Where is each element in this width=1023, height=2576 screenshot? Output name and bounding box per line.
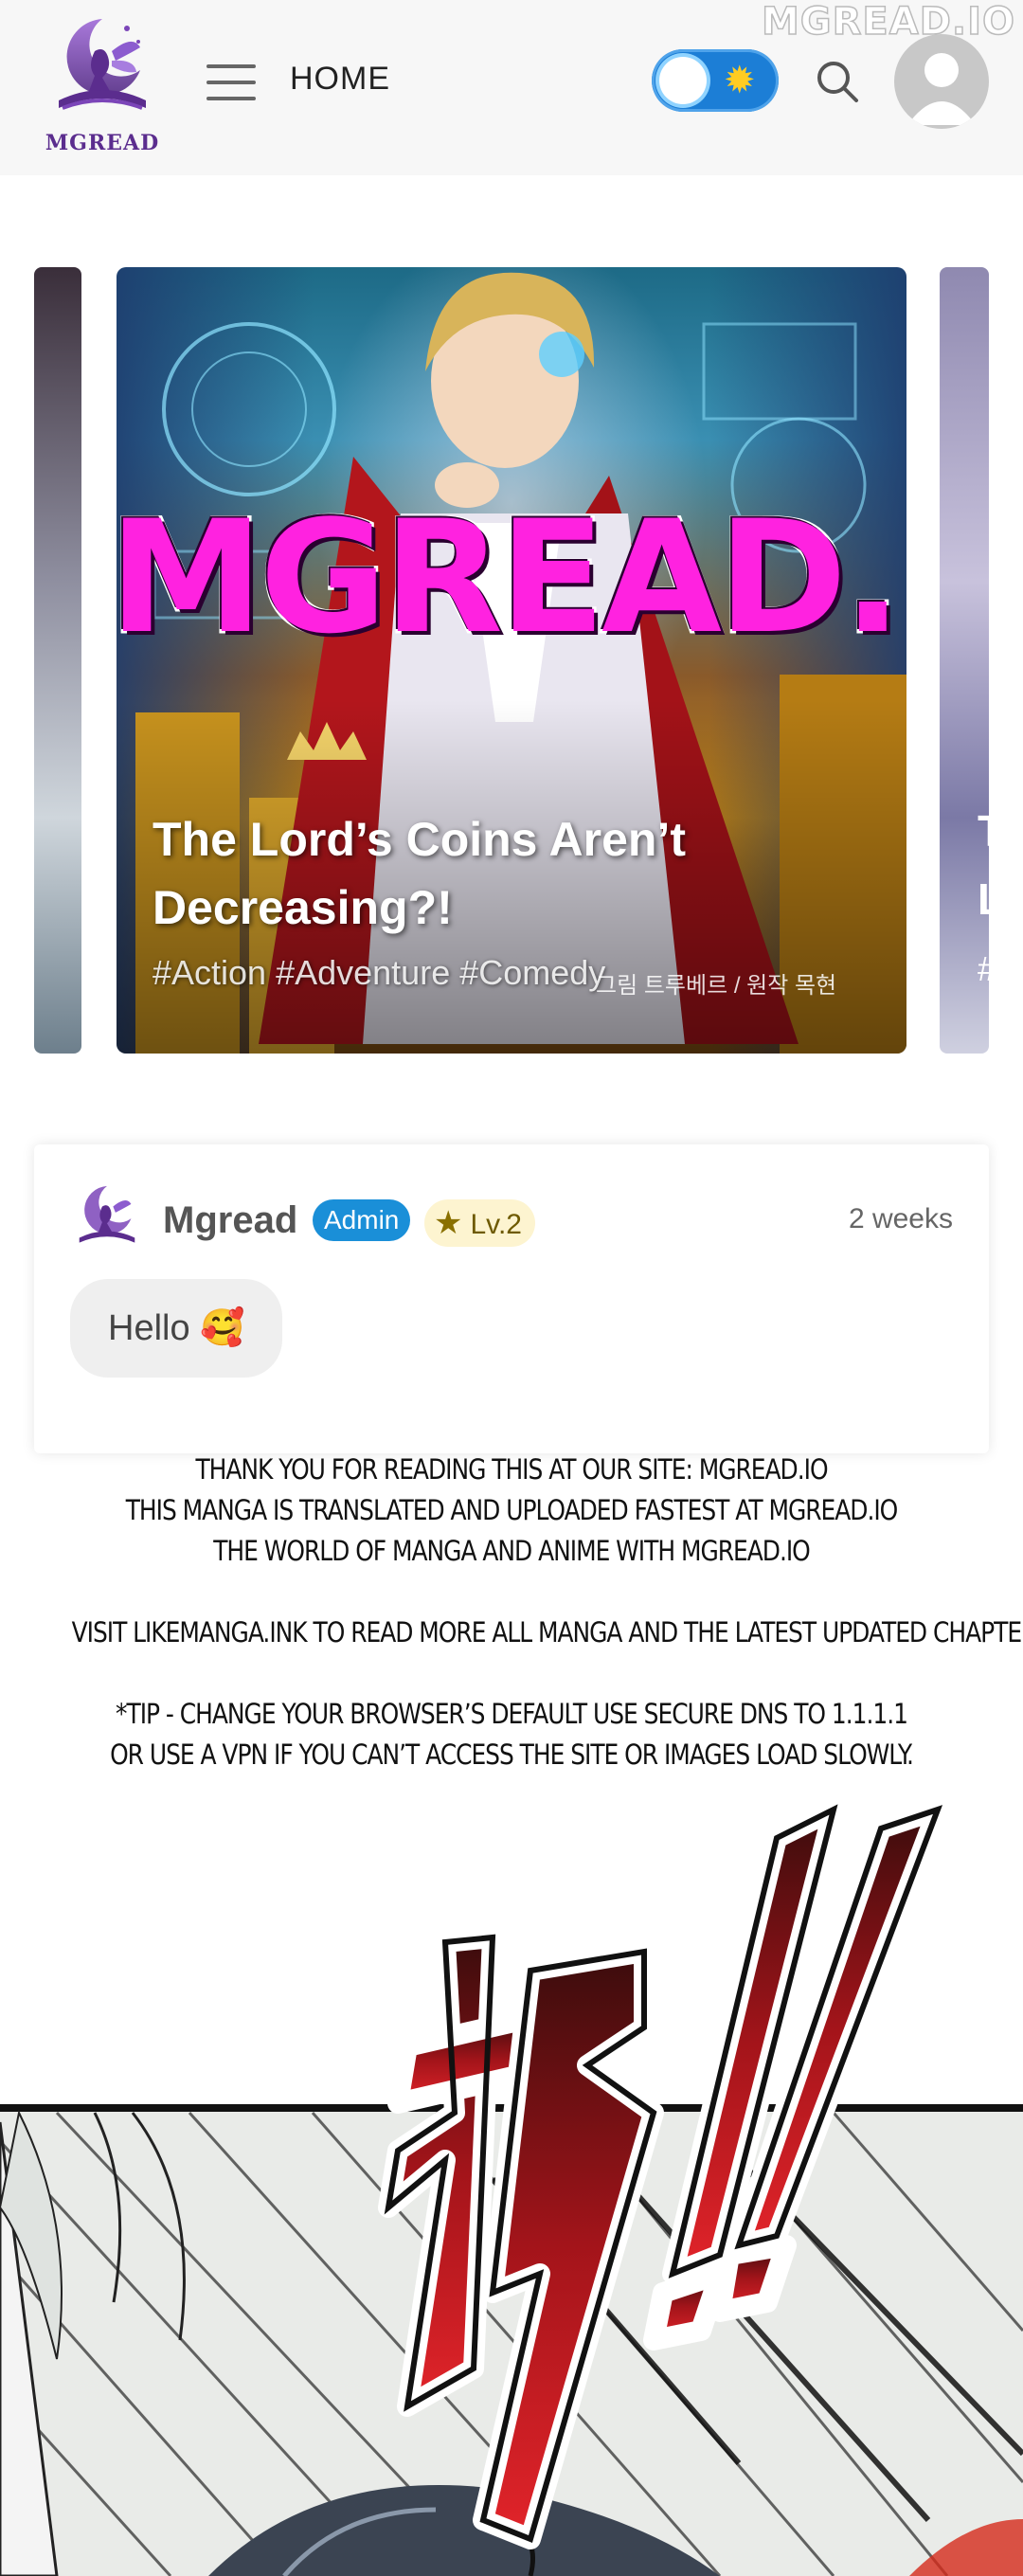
- commenter-username[interactable]: Mgread: [163, 1199, 297, 1242]
- site-logo[interactable]: MGREAD: [36, 13, 169, 155]
- admin-badge: Admin: [313, 1199, 411, 1241]
- notice-line: [72, 1653, 952, 1694]
- level-badge: ★ Lv.2: [424, 1199, 535, 1247]
- user-avatar-icon[interactable]: [894, 34, 989, 129]
- comment-card: Mgread Admin ★ Lv.2 2 weeks Hello 🥰: [34, 1144, 989, 1453]
- notice-line: Thank you for reading this at our site: …: [195, 1453, 828, 1486]
- featured-carousel[interactable]: MGREAD.IO The Lord’s Coins Aren’t Decrea…: [0, 265, 1023, 1056]
- comment-timestamp: 2 weeks: [848, 1203, 953, 1234]
- notice-line: [72, 1572, 952, 1612]
- fairy-book-logo-icon: [59, 19, 146, 110]
- featured-tags: #Action #Adventure #Comedy: [153, 953, 606, 992]
- previous-slide-card[interactable]: [34, 267, 81, 1054]
- notice-line: The world of manga and anime with mgread…: [213, 1535, 811, 1567]
- comment-message: Hello 🥰: [70, 1279, 283, 1378]
- manga-panel-art: [0, 1800, 1023, 2576]
- theme-toggle[interactable]: ✹: [652, 49, 779, 112]
- hamburger-menu-icon[interactable]: [206, 64, 258, 102]
- notice-line: *Tip - Change your browser’s default use…: [116, 1698, 908, 1730]
- star-icon: ★: [434, 1205, 463, 1241]
- notice-line: or use a VPN if you can’t access the sit…: [110, 1738, 914, 1771]
- toggle-knob: [659, 57, 707, 104]
- home-link[interactable]: HOME: [290, 61, 390, 98]
- next-tags-fragment: #: [978, 949, 989, 989]
- logo-wordmark: MGREAD: [45, 131, 160, 155]
- notice-line: Visit likemanga.ink to read more all man…: [71, 1616, 1023, 1648]
- next-title-fragment: T: [978, 805, 989, 856]
- manga-panel: [0, 1800, 1023, 2576]
- site-header: MGREAD HOME ✹ MGREAD.IO: [0, 0, 1023, 175]
- featured-slide-card[interactable]: MGREAD.IO The Lord’s Coins Aren’t Decrea…: [117, 267, 906, 1054]
- sun-icon: ✹: [724, 60, 756, 101]
- next-title-fragment: L: [978, 874, 989, 925]
- next-slide-card[interactable]: T L #: [940, 267, 989, 1054]
- top-watermark: MGREAD.IO: [761, 0, 1015, 45]
- commenter-avatar-icon[interactable]: [70, 1182, 144, 1249]
- korean-credit: 그림 트루베르 / 원작 목현: [596, 973, 837, 999]
- notice-line: This manga is translated and uploaded fa…: [125, 1494, 899, 1526]
- featured-title[interactable]: The Lord’s Coins Aren’t Decreasing?!: [153, 805, 816, 942]
- level-label: Lv.2: [470, 1209, 522, 1240]
- site-notice: Thank you for reading this at our site: …: [71, 1450, 1023, 1775]
- search-icon[interactable]: [815, 59, 860, 104]
- cover-watermark: MGREAD.IO: [117, 485, 906, 671]
